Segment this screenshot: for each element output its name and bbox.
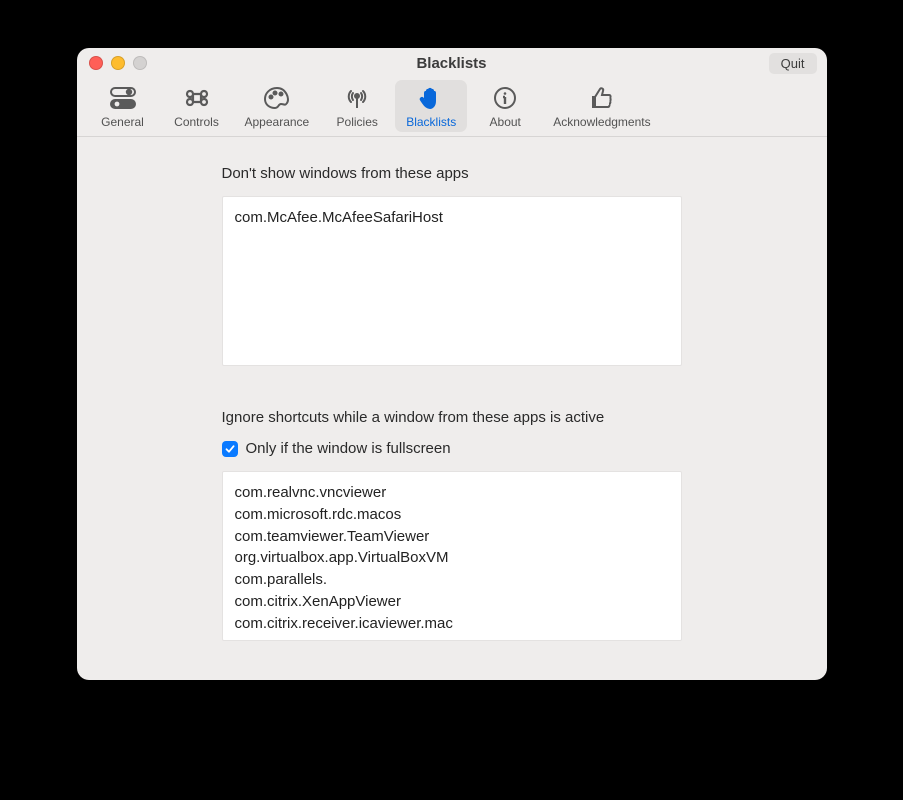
window-title: Blacklists: [77, 55, 827, 72]
tab-label: About: [490, 115, 521, 129]
palette-icon: [262, 85, 292, 115]
section-ignore-shortcuts: Ignore shortcuts while a window from the…: [222, 409, 682, 644]
command-icon: [182, 85, 212, 115]
tab-label: General: [101, 115, 144, 129]
tab-controls[interactable]: Controls: [161, 80, 233, 132]
content-area: Don't show windows from these apps Ignor…: [77, 137, 827, 680]
tab-label: Blacklists: [406, 115, 456, 129]
antenna-icon: [342, 85, 372, 115]
preferences-toolbar: General Controls Appearance: [77, 78, 827, 137]
ignore-shortcuts-label: Ignore shortcuts while a window from the…: [222, 409, 682, 426]
minimize-window-button[interactable]: [111, 56, 125, 70]
tab-acknowledgments[interactable]: Acknowledgments: [543, 80, 660, 132]
section-hide-apps: Don't show windows from these apps: [222, 165, 682, 369]
tab-label: Policies: [337, 115, 378, 129]
thumbs-up-icon: [587, 85, 617, 115]
hide-apps-label: Don't show windows from these apps: [222, 165, 682, 182]
hand-icon: [416, 85, 446, 115]
tab-label: Acknowledgments: [553, 115, 650, 129]
tab-policies[interactable]: Policies: [321, 80, 393, 132]
tab-label: Appearance: [245, 115, 310, 129]
zoom-window-button[interactable]: [133, 56, 147, 70]
ignore-shortcuts-textarea[interactable]: [222, 471, 682, 641]
preferences-window: Blacklists Quit General Controls: [77, 48, 827, 680]
close-window-button[interactable]: [89, 56, 103, 70]
traffic-lights: [89, 56, 147, 70]
fullscreen-only-row: Only if the window is fullscreen: [222, 440, 682, 457]
toggles-icon: [108, 85, 138, 115]
tab-label: Controls: [174, 115, 219, 129]
tab-general[interactable]: General: [87, 80, 159, 132]
info-icon: [490, 85, 520, 115]
tab-appearance[interactable]: Appearance: [235, 80, 320, 132]
quit-button[interactable]: Quit: [769, 53, 817, 74]
hide-apps-textarea[interactable]: [222, 196, 682, 366]
fullscreen-only-checkbox[interactable]: [222, 441, 238, 457]
tab-blacklists[interactable]: Blacklists: [395, 80, 467, 132]
fullscreen-only-label: Only if the window is fullscreen: [246, 440, 451, 457]
titlebar: Blacklists Quit: [77, 48, 827, 78]
tab-about[interactable]: About: [469, 80, 541, 132]
